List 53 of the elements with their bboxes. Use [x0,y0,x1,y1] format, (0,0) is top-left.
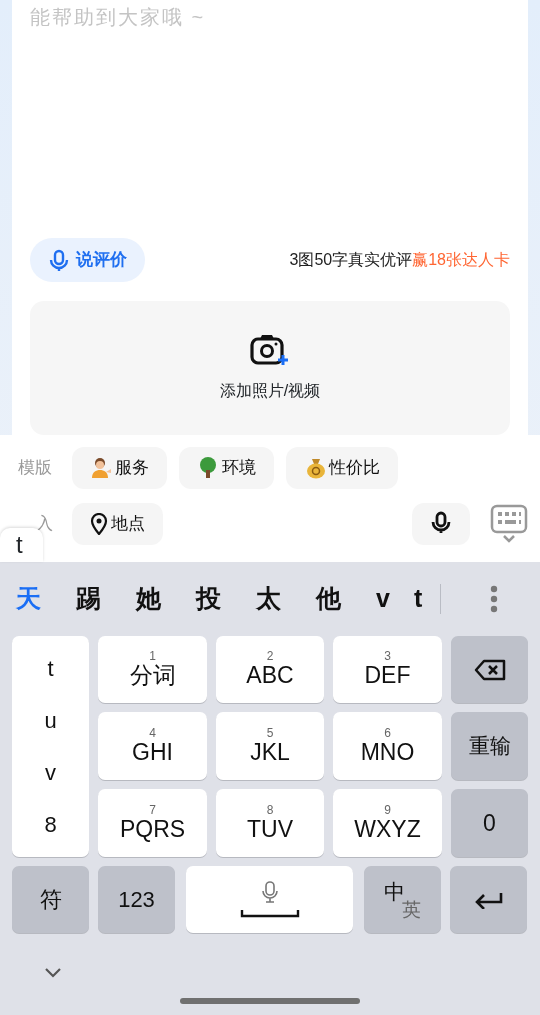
language-switch-key[interactable]: 中 英 [364,866,441,933]
collapse-chevron-icon[interactable] [44,967,62,979]
more-options-icon[interactable] [490,585,498,613]
microphone-icon [260,880,279,903]
pinyin-option[interactable]: u [44,703,57,737]
backspace-icon [473,658,506,681]
pinyin-option[interactable]: v [45,756,56,790]
template-chip[interactable]: 服务 [72,447,167,489]
promo-text: 3图50字真实优评 [289,250,413,270]
voice-input-button[interactable] [412,503,470,545]
candidate-word[interactable]: t [414,580,452,618]
upload-label: 添加照片/视频 [219,381,321,401]
zero-key[interactable]: 0 [451,789,528,857]
candidate-word[interactable]: 投 [196,580,256,618]
candidate-word[interactable]: 她 [136,580,196,618]
reward-text: 赢18张达人卡 [412,250,510,270]
space-key[interactable] [186,866,353,933]
keypad-key[interactable]: 2 ABC [216,636,324,703]
money-bag-icon [304,456,326,480]
keyboard-hide-icon[interactable] [490,504,528,544]
candidate-word[interactable]: 天 [16,580,76,618]
keypad-key[interactable]: 9 WXYZ [333,789,442,857]
numbers-key[interactable]: 123 [98,866,175,933]
keypad-key[interactable]: 5 JKL [216,712,324,780]
keypad-key[interactable]: 4 GHI [98,712,207,780]
keypad-key[interactable]: 6 MNO [333,712,442,780]
enter-key[interactable] [450,866,527,933]
candidate-word[interactable]: 太 [256,580,316,618]
keypad-key[interactable]: 3 DEF [333,636,442,703]
add-media-button[interactable]: 添加照片/视频 [30,301,510,435]
microphone-icon [48,248,70,272]
template-chip[interactable]: 环境 [179,447,274,489]
space-bar-icon [239,908,300,919]
location-chip[interactable]: 地点 [72,503,163,545]
candidate-word[interactable]: 踢 [76,580,136,618]
location-pin-icon [90,513,108,535]
keypad-key[interactable]: 7 PQRS [98,789,207,857]
template-label: 模版 [18,457,53,480]
voice-review-button[interactable]: 说评价 [30,238,145,282]
template-chip[interactable]: 性价比 [286,447,398,489]
backspace-key[interactable] [451,636,528,703]
keypad-key[interactable]: 8 TUV [216,789,324,857]
pinyin-option[interactable]: t [47,651,54,685]
placeholder-text: 能帮助到大家哦 ~ [30,5,207,30]
person-icon [90,456,112,480]
candidate-word[interactable]: v [376,580,414,618]
symbols-key[interactable]: 符 [12,866,89,933]
candidate-word[interactable]: 他 [316,580,376,618]
reset-key[interactable]: 重输 [451,712,528,780]
tree-icon [197,456,219,480]
keypad-key[interactable]: 1 分词 [98,636,207,703]
enter-icon [473,890,504,909]
pinyin-option[interactable]: 8 [44,808,57,842]
